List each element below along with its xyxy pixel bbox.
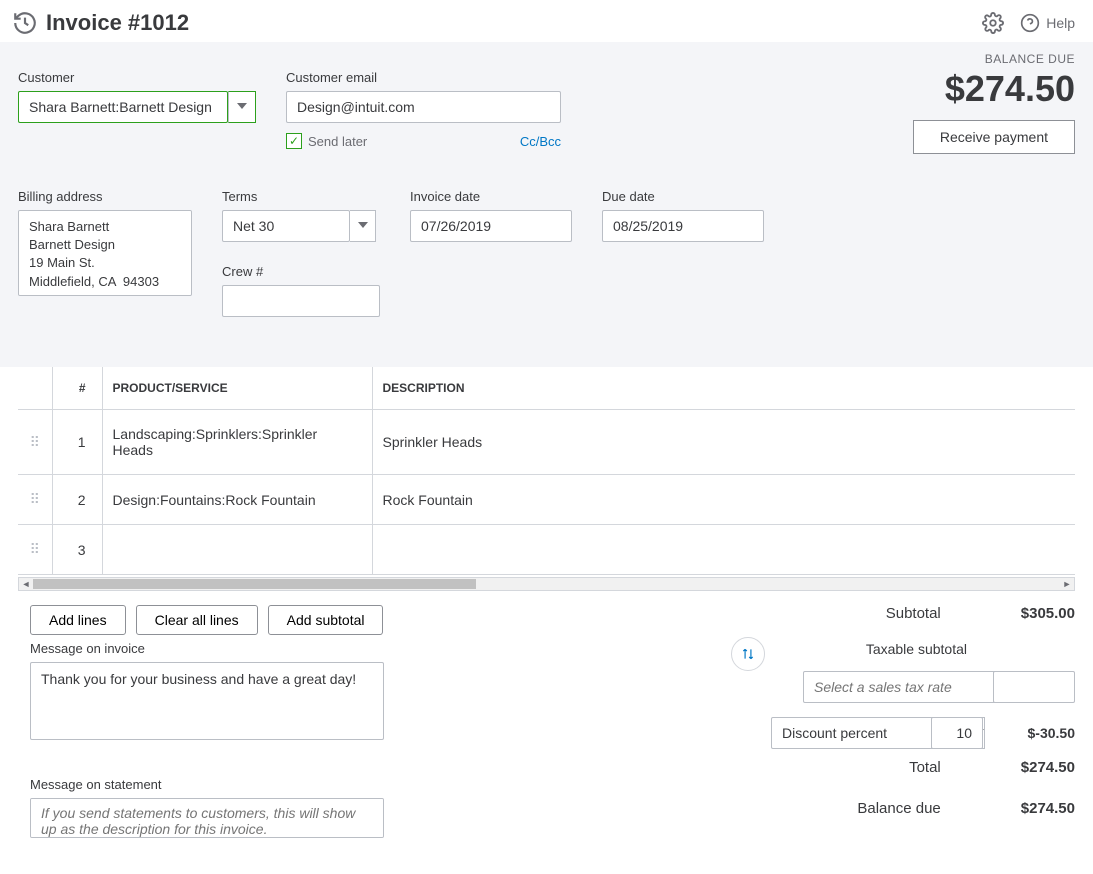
due-date-label: Due date xyxy=(602,189,764,204)
send-later-label: Send later xyxy=(308,134,367,149)
receive-payment-button[interactable]: Receive payment xyxy=(913,120,1075,154)
scroll-right-arrow[interactable]: ► xyxy=(1060,578,1074,590)
table-row[interactable]: ⠿ 3 xyxy=(18,525,1075,575)
page-title: Invoice #1012 xyxy=(46,10,189,36)
tax-amount-field[interactable] xyxy=(993,671,1075,703)
statement-message-label: Message on statement xyxy=(30,777,384,792)
col-number: # xyxy=(52,367,102,410)
drag-handle-icon[interactable]: ⠿ xyxy=(18,525,52,575)
col-product: PRODUCT/SERVICE xyxy=(102,367,372,410)
history-icon[interactable] xyxy=(12,10,38,36)
add-lines-button[interactable]: Add lines xyxy=(30,605,126,635)
invoice-date-field[interactable] xyxy=(410,210,572,242)
row-number: 3 xyxy=(52,525,102,575)
add-subtotal-button[interactable]: Add subtotal xyxy=(268,605,384,635)
terms-label: Terms xyxy=(222,189,380,204)
terms-select[interactable] xyxy=(222,210,350,242)
total-label: Total xyxy=(909,759,941,776)
drag-handle-icon[interactable]: ⠿ xyxy=(18,475,52,525)
col-description: DESCRIPTION xyxy=(372,367,1075,410)
table-row[interactable]: ⠿ 2 Design:Fountains:Rock Fountain Rock … xyxy=(18,475,1075,525)
row-description[interactable]: Rock Fountain xyxy=(372,475,1075,525)
discount-value-field[interactable] xyxy=(931,717,983,749)
cc-bcc-link[interactable]: Cc/Bcc xyxy=(520,134,561,149)
terms-dropdown-toggle[interactable] xyxy=(350,210,376,242)
balance-due-amount: $274.50 xyxy=(913,68,1075,110)
horizontal-scrollbar[interactable]: ◄ ► xyxy=(18,577,1075,591)
invoice-message-label: Message on invoice xyxy=(30,641,384,656)
balance-due-label: BALANCE DUE xyxy=(913,52,1075,66)
billing-address-field[interactable] xyxy=(18,210,192,296)
scroll-left-arrow[interactable]: ◄ xyxy=(19,578,33,590)
drag-handle-icon[interactable]: ⠿ xyxy=(18,410,52,475)
gear-icon[interactable] xyxy=(982,12,1004,34)
customer-dropdown-toggle[interactable] xyxy=(228,91,256,123)
row-description[interactable] xyxy=(372,525,1075,575)
scroll-thumb[interactable] xyxy=(33,579,476,589)
tax-rate-select[interactable] xyxy=(803,671,1007,703)
crew-label: Crew # xyxy=(222,264,380,279)
balance-due-bottom-value: $274.50 xyxy=(1021,800,1075,817)
due-date-field[interactable] xyxy=(602,210,764,242)
subtotal-value: $305.00 xyxy=(1021,605,1075,622)
email-field[interactable] xyxy=(286,91,561,123)
row-number: 2 xyxy=(52,475,102,525)
table-row[interactable]: ⠿ 1 Landscaping:Sprinklers:Sprinkler Hea… xyxy=(18,410,1075,475)
invoice-message-field[interactable] xyxy=(30,662,384,740)
taxable-subtotal-label: Taxable subtotal xyxy=(866,641,1075,657)
statement-message-field[interactable] xyxy=(30,798,384,838)
customer-select[interactable] xyxy=(18,91,228,123)
discount-amount: $-30.50 xyxy=(993,725,1075,741)
customer-label: Customer xyxy=(18,70,256,85)
total-value: $274.50 xyxy=(1021,759,1075,776)
crew-field[interactable] xyxy=(222,285,380,317)
balance-due-bottom-label: Balance due xyxy=(857,800,940,817)
billing-label: Billing address xyxy=(18,189,192,204)
email-label: Customer email xyxy=(286,70,561,85)
help-label: Help xyxy=(1046,15,1075,31)
row-number: 1 xyxy=(52,410,102,475)
send-later-checkbox[interactable]: ✓ xyxy=(286,133,302,149)
invoice-date-label: Invoice date xyxy=(410,189,572,204)
clear-lines-button[interactable]: Clear all lines xyxy=(136,605,258,635)
row-product[interactable] xyxy=(102,525,372,575)
row-product[interactable]: Design:Fountains:Rock Fountain xyxy=(102,475,372,525)
help-button[interactable]: Help xyxy=(1020,13,1075,33)
subtotal-label: Subtotal xyxy=(886,605,941,622)
swap-icon[interactable] xyxy=(731,637,765,671)
row-description[interactable]: Sprinkler Heads xyxy=(372,410,1075,475)
row-product[interactable]: Landscaping:Sprinklers:Sprinkler Heads xyxy=(102,410,372,475)
